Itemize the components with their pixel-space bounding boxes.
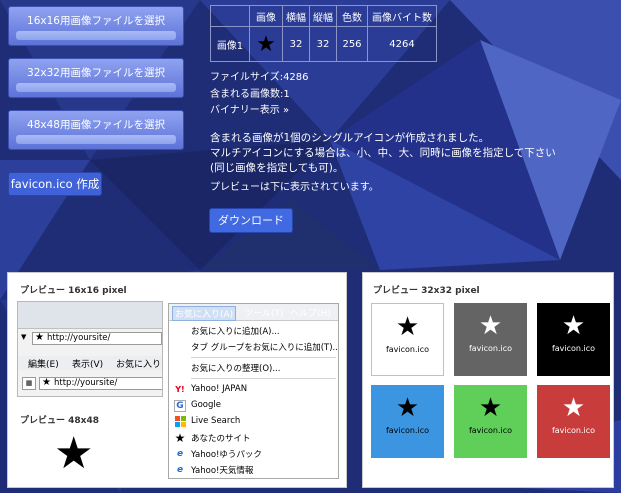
star-icon: ★ [35,332,44,343]
swatch-gray: ★ favicon.ico [454,303,527,376]
ie-icon: e [176,465,184,475]
menu-edit[interactable]: 編集(E) [28,357,59,370]
star-icon: ★ [42,377,51,388]
star-icon-48: ★ [54,428,94,479]
message-line-3: (同じ画像を指定しても可)。 [210,162,344,174]
row-height: 32 [309,26,337,62]
dropdown-icon: ▼ [21,333,27,341]
table-header [210,5,250,27]
row-bytes: 4264 [367,26,437,62]
table-header: 画像 [249,5,283,27]
menu-tools[interactable]: ツール(T) [244,306,284,319]
swatch-blue: ★ favicon.ico [371,385,444,458]
select-32-file-field[interactable] [16,83,176,92]
row-width: 32 [282,26,310,62]
table-header: 画像バイト数 [367,5,437,27]
image-info-table: 画像 横幅 縦幅 色数 画像バイト数 画像1 ★ 32 32 256 4264 [210,5,437,62]
menu-favorites-open[interactable]: お気に入り(A) [172,306,237,321]
star-icon: ★ [561,311,586,341]
preview-32-title: プレビュー 32x32 pixel [373,286,480,296]
menu-separator [191,357,336,358]
swatch-red: ★ favicon.ico [537,385,610,458]
select-32-label: 32x32用画像ファイルを選択 [27,67,165,79]
file-size-text: ファイルサイズ:4286 [210,72,309,83]
row-name: 画像1 [210,26,250,62]
address-field[interactable]: ★ http://yoursite/ [32,332,162,345]
table-row: 画像1 ★ 32 32 256 4264 [210,26,437,62]
google-icon: G [174,400,186,412]
download-button[interactable]: ダウンロード [209,208,293,233]
tab-field[interactable]: ★ http://yoursite/ [39,377,162,390]
star-icon: ★ [478,393,503,423]
row-colors: 256 [336,26,368,62]
select-48-file-field[interactable] [16,135,176,144]
swatch-green: ★ favicon.ico [454,385,527,458]
tab-row: ▦ ★ http://yoursite/ [18,376,162,392]
menu-bar: お気に入り(A) ツール(T) ヘルプ(H) [169,304,338,321]
tabs-grid-icon[interactable]: ▦ [22,377,36,390]
image-count-text: 含まれる画像数:1 [210,89,290,100]
select-16-button[interactable]: 16x16用画像ファイルを選択 [8,6,184,46]
preview-48-title: プレビュー 48x48 [20,416,99,426]
message-line-4: プレビューは下に表示されています。 [210,182,379,193]
select-16-file-field[interactable] [16,31,176,40]
menu-separator [191,378,336,379]
select-16-label: 16x16用画像ファイルを選択 [27,15,165,27]
yahoo-icon: Y! [175,385,185,394]
tab-address-text: http://yoursite/ [54,378,118,388]
toolbar-row: 編集(E) 表示(V) お気に入り [18,356,162,370]
menu-help[interactable]: ヘルプ(H) [290,306,331,319]
favorites-menu: お気に入り(A) ツール(T) ヘルプ(H) お気に入りに追加(A)... タブ… [168,303,339,479]
star-icon: ★ [395,393,420,423]
table-header: 縦幅 [309,5,337,27]
select-48-button[interactable]: 48x48用画像ファイルを選択 [8,110,184,150]
browser-mock: ▼ ★ http://yoursite/ 編集(E) 表示(V) お気に入り ▦… [17,301,163,397]
message-line-2: マルチアイコンにする場合は、小、中、大、同時に画像を指定して下さい [210,147,556,159]
table-header: 色数 [336,5,368,27]
select-48-label: 48x48用画像ファイルを選択 [27,119,165,131]
star-icon: ★ [395,312,420,342]
star-icon: ★ [174,431,186,445]
message-line-1: 含まれる画像が1個のシングルアイコンが作成されました。 [210,132,490,144]
menu-favorites[interactable]: お気に入り [116,357,161,370]
menu-view[interactable]: 表示(V) [72,357,103,370]
swatch-black: ★ favicon.ico [537,303,610,376]
address-text: http://yoursite/ [47,333,111,343]
table-header: 横幅 [282,5,310,27]
star-icon: ★ [249,26,283,62]
star-icon: ★ [478,311,503,341]
ie-icon: e [176,449,184,459]
windows-icon [174,416,186,428]
address-bar-row: ▼ ★ http://yoursite/ [18,331,162,347]
binary-view-link[interactable]: バイナリー表示 » [210,101,289,116]
star-icon: ★ [561,393,586,423]
select-32-button[interactable]: 32x32用画像ファイルを選択 [8,58,184,98]
make-favicon-button[interactable]: favicon.ico 作成 [8,172,102,196]
swatch-white: ★ favicon.ico [371,303,444,376]
preview-16-title: プレビュー 16x16 pixel [20,286,127,296]
